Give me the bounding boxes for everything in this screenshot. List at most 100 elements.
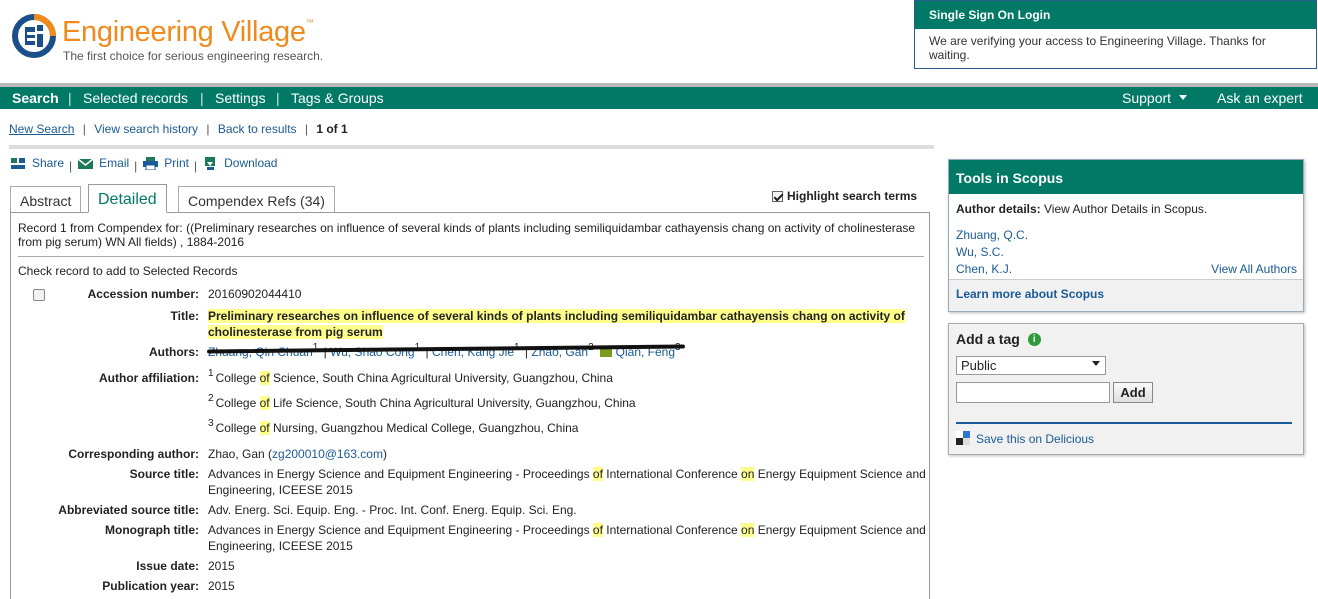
- affiliation-num: 3: [208, 418, 214, 429]
- download-icon: [205, 156, 216, 170]
- view-all-authors-link[interactable]: View All Authors: [1211, 262, 1297, 276]
- author-details: Author details: View Author Details in S…: [956, 202, 1207, 216]
- corresponding-value: Zhao, Gan (zg200010@163.com): [208, 446, 926, 462]
- issue-date-label: Issue date:: [136, 559, 199, 573]
- nav-selected-records[interactable]: Selected records: [83, 90, 188, 106]
- scopus-author-link[interactable]: Chen, K.J.: [956, 262, 1012, 276]
- add-tag-button[interactable]: Add: [1113, 382, 1153, 403]
- divider: [956, 422, 1292, 424]
- affiliation-text: Nursing, Guangzhou Medical College, Guan…: [269, 421, 579, 435]
- affiliation-value: 2 College of Life Science, South China Ag…: [208, 393, 926, 411]
- affiliation-num: 2: [208, 393, 214, 404]
- logo[interactable]: Engineering Village™ The first choice fo…: [10, 12, 340, 72]
- tab-detailed[interactable]: Detailed: [88, 184, 167, 213]
- logo-tagline: The first choice for serious engineering…: [63, 49, 324, 63]
- share-label: Share: [32, 156, 65, 170]
- info-icon[interactable]: i: [1027, 332, 1041, 346]
- tab-compendex-refs[interactable]: Compendex Refs (34): [178, 186, 335, 212]
- tools-separator: |: [69, 158, 73, 173]
- divider: [9, 145, 934, 149]
- monograph-text: International Conference: [602, 523, 742, 537]
- title-label: Title:: [170, 309, 199, 323]
- scopus-tools-panel: Tools in Scopus Author details: View Aut…: [948, 159, 1304, 312]
- learn-scopus-link[interactable]: Learn more about Scopus: [956, 287, 1104, 301]
- scopus-body: Author details: View Author Details in S…: [949, 194, 1303, 311]
- corresponding-name: Zhao, Gan (: [208, 447, 273, 461]
- record-tools: Share | Email | Print | Download: [10, 156, 277, 173]
- nav-ask-expert[interactable]: Ask an expert: [1217, 90, 1303, 106]
- abbrev-title-label: Abbreviated source title:: [58, 503, 199, 517]
- add-tag-title: Add a tag: [956, 331, 1020, 347]
- record-source-query: Record 1 from Compendex for: ((Prelimina…: [18, 221, 916, 249]
- affiliation-text: College: [215, 421, 260, 435]
- monograph-label: Monograph title:: [105, 523, 199, 537]
- email-label: Email: [99, 156, 130, 170]
- scopus-author-link[interactable]: Zhuang, Q.C.: [956, 228, 1028, 242]
- scopus-author-link[interactable]: Wu, S.C.: [956, 245, 1004, 259]
- pub-year-label: Publication year:: [102, 579, 199, 593]
- highlighted-term: of: [259, 421, 270, 435]
- nav-tags-groups[interactable]: Tags & Groups: [291, 90, 384, 106]
- print-label: Print: [164, 156, 189, 170]
- breadcrumb-separator: |: [82, 122, 86, 136]
- affiliation-label: Author affiliation:: [99, 371, 199, 385]
- print-button[interactable]: Print: [142, 156, 189, 170]
- engineering-village-logo-icon: [12, 14, 56, 58]
- download-button[interactable]: Download: [202, 156, 277, 170]
- print-icon: [143, 156, 159, 170]
- affiliation-value: 3 College of Nursing, Guangzhou Medical C…: [208, 418, 926, 436]
- email-icon: [77, 157, 94, 169]
- author-details-text: View Author Details in Scopus.: [1040, 202, 1208, 216]
- abbrev-title-value: Adv. Energ. Sci. Equip. Eng. - Proc. Int…: [208, 503, 577, 517]
- record-panel: Record 1 from Compendex for: ((Prelimina…: [10, 212, 930, 599]
- affiliation-text: College: [215, 371, 260, 385]
- email-icon[interactable]: [599, 348, 612, 358]
- nav-separator: |: [276, 90, 280, 106]
- sso-title: Single Sign On Login: [915, 1, 1316, 29]
- affiliation-value: 1 College of Science, South China Agricul…: [208, 368, 926, 386]
- tag-input[interactable]: [956, 382, 1110, 403]
- corresponding-close: ): [382, 447, 387, 461]
- highlighted-term: on: [741, 467, 755, 481]
- main-nav: Search | Selected records | Settings | T…: [0, 87, 1318, 109]
- highlighted-term: of: [592, 467, 603, 481]
- highlight-toggle[interactable]: Highlight search terms: [772, 189, 917, 203]
- add-tag-heading: Add a tag i: [956, 331, 1041, 347]
- affiliation-text: Life Science, South China Agricultural U…: [269, 396, 636, 410]
- source-title-value: Advances in Energy Science and Equipment…: [208, 466, 926, 498]
- delicious-icon: [956, 431, 971, 446]
- highlighted-term: of: [259, 396, 270, 410]
- monograph-value: Advances in Energy Science and Equipment…: [208, 522, 926, 554]
- source-text: Advances in Energy Science and Equipment…: [208, 467, 593, 481]
- nav-search[interactable]: Search: [12, 90, 59, 106]
- highlighted-term: of: [259, 371, 270, 385]
- nav-settings[interactable]: Settings: [215, 90, 266, 106]
- share-button[interactable]: Share: [10, 156, 64, 170]
- check-record-label: Check record to add to Selected Records: [18, 264, 238, 278]
- affiliation-num: 1: [208, 368, 214, 379]
- nav-support-label: Support: [1122, 90, 1172, 106]
- accession-label: Accession number:: [87, 287, 199, 301]
- add-tag-panel: Add a tag i Public Add Save this on Delic…: [948, 323, 1304, 455]
- authors-label: Authors:: [149, 345, 199, 359]
- sso-message: We are verifying your access to Engineer…: [929, 34, 1266, 62]
- scopus-footer: Learn more about Scopus: [949, 279, 1303, 311]
- new-search-link[interactable]: New Search: [9, 122, 74, 136]
- tag-visibility-select[interactable]: Public: [956, 356, 1106, 375]
- divider: [18, 256, 924, 257]
- save-delicious-link[interactable]: Save this on Delicious: [956, 431, 1094, 446]
- email-button[interactable]: Email: [77, 156, 129, 170]
- highlight-label: Highlight search terms: [787, 189, 918, 203]
- view-history-link[interactable]: View search history: [94, 122, 198, 136]
- nav-support[interactable]: Support: [1122, 90, 1188, 106]
- share-icon: [11, 157, 25, 169]
- corresponding-email-link[interactable]: zg200010@163.com: [272, 447, 383, 461]
- back-to-results-link[interactable]: Back to results: [218, 122, 297, 136]
- caret-down-icon: [1179, 94, 1188, 100]
- tab-abstract[interactable]: Abstract: [10, 186, 82, 212]
- monograph-text: Advances in Energy Science and Equipment…: [208, 523, 593, 537]
- nav-separator: |: [68, 90, 72, 106]
- highlight-checkbox[interactable]: [772, 190, 783, 202]
- affiliation-text: College: [215, 396, 260, 410]
- breadcrumb: New Search | View search history | Back …: [9, 122, 348, 136]
